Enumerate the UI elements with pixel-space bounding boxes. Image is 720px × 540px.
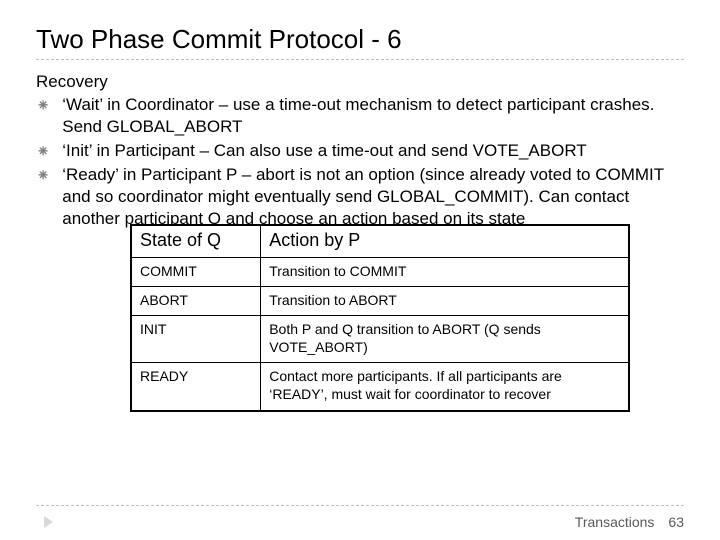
title-divider xyxy=(36,59,684,60)
cell-state: ABORT xyxy=(132,286,261,315)
bullet-icon: ⁕ xyxy=(36,165,50,187)
header-action: Action by P xyxy=(261,225,629,257)
slide-footer: Transactions 63 xyxy=(575,514,684,530)
cell-action: Both P and Q transition to ABORT (Q send… xyxy=(261,315,629,362)
list-item: ⁕ ‘Wait’ in Coordinator – use a time-out… xyxy=(36,94,684,138)
table-row: READY Contact more participants. If all … xyxy=(132,363,629,410)
cell-state: COMMIT xyxy=(132,257,261,286)
cell-state: READY xyxy=(132,363,261,410)
cell-state: INIT xyxy=(132,315,261,362)
cell-action: Transition to ABORT xyxy=(261,286,629,315)
cell-action: Transition to COMMIT xyxy=(261,257,629,286)
table-row: COMMIT Transition to COMMIT xyxy=(132,257,629,286)
list-item: ⁕ ‘Init’ in Participant – Can also use a… xyxy=(36,140,684,163)
bullet-icon: ⁕ xyxy=(36,95,50,117)
table: State of Q Action by P COMMIT Transition… xyxy=(131,225,629,411)
state-action-table: State of Q Action by P COMMIT Transition… xyxy=(130,224,630,412)
next-arrow-icon xyxy=(44,516,53,528)
footer-divider xyxy=(36,505,684,506)
bullet-icon: ⁕ xyxy=(36,141,50,163)
slide: Two Phase Commit Protocol - 6 Recovery ⁕… xyxy=(0,0,720,540)
bullet-text: ‘Ready’ in Participant P – abort is not … xyxy=(62,164,684,229)
cell-action: Contact more participants. If all partic… xyxy=(261,363,629,410)
footer-label: Transactions xyxy=(575,514,655,530)
table-header-row: State of Q Action by P xyxy=(132,225,629,257)
table-row: ABORT Transition to ABORT xyxy=(132,286,629,315)
bullet-text: ‘Init’ in Participant – Can also use a t… xyxy=(62,140,684,162)
table-row: INIT Both P and Q transition to ABORT (Q… xyxy=(132,315,629,362)
header-state: State of Q xyxy=(132,225,261,257)
bullet-list: ⁕ ‘Wait’ in Coordinator – use a time-out… xyxy=(36,94,684,230)
section-subhead: Recovery xyxy=(36,72,684,92)
page-number: 63 xyxy=(668,514,684,530)
page-title: Two Phase Commit Protocol - 6 xyxy=(36,24,684,55)
bullet-text: ‘Wait’ in Coordinator – use a time-out m… xyxy=(62,94,684,138)
list-item: ⁕ ‘Ready’ in Participant P – abort is no… xyxy=(36,164,684,229)
